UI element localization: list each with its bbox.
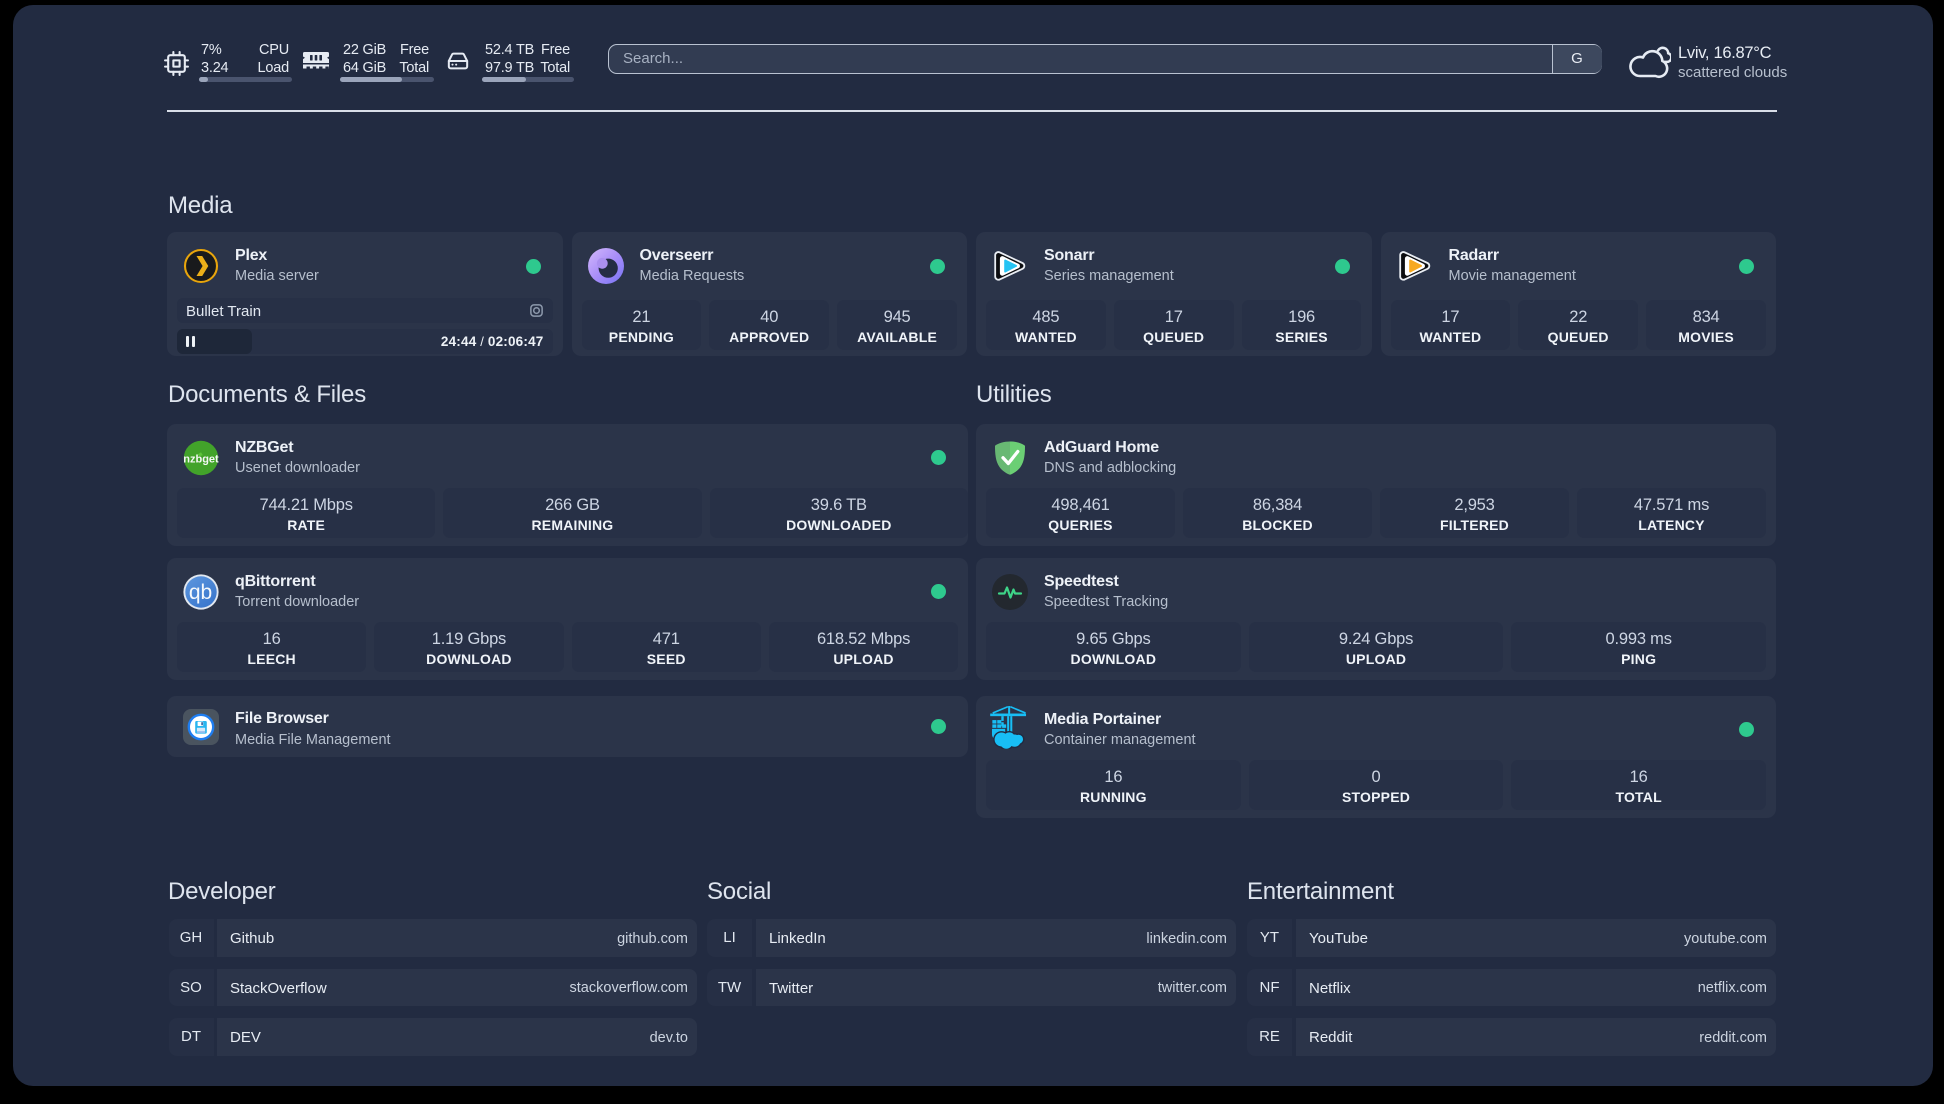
svg-text:nzbget: nzbget bbox=[183, 453, 219, 465]
svg-text:qb: qb bbox=[189, 581, 212, 604]
